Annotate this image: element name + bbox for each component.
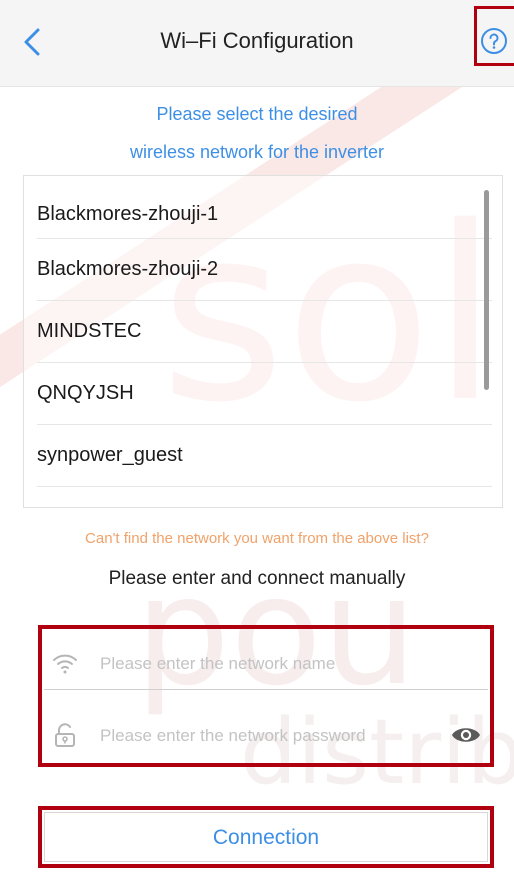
network-item[interactable]: MINDSTEC (24, 300, 492, 362)
page-title: Wi–Fi Configuration (160, 28, 354, 53)
network-password-field (44, 709, 488, 761)
divider (37, 486, 492, 487)
network-item[interactable]: Blackmores-zhouji-1 (24, 183, 492, 245)
instruction-line-1: Please select the desired (156, 104, 358, 124)
lock-icon (55, 723, 75, 747)
question-circle-icon[interactable] (480, 27, 508, 55)
network-item[interactable]: QNQYJSH (24, 362, 492, 424)
connection-button[interactable]: Connection (44, 812, 488, 862)
network-name-field (44, 637, 488, 690)
network-name-input[interactable] (98, 645, 442, 683)
network-item[interactable]: synpower_guest (24, 424, 492, 486)
nav-header: Wi–Fi Configuration (0, 0, 514, 87)
list-scrollbar[interactable] (484, 190, 489, 390)
network-list[interactable]: Blackmores-zhouji-1 Blackmores-zhouji-2 … (23, 175, 503, 508)
wifi-configuration-screen: sol pou distrib Wi–Fi Configuration Plea… (0, 0, 514, 890)
wifi-icon (53, 654, 77, 674)
cant-find-hint: Can't find the network you want from the… (85, 530, 429, 547)
network-item[interactable]: Blackmores-zhouji-2 (24, 238, 492, 300)
network-password-input[interactable] (98, 717, 442, 755)
eye-icon[interactable] (450, 721, 482, 749)
instruction-line-2: wireless network for the inverter (129, 142, 385, 162)
manual-connect-title: Please enter and connect manually (108, 568, 406, 589)
